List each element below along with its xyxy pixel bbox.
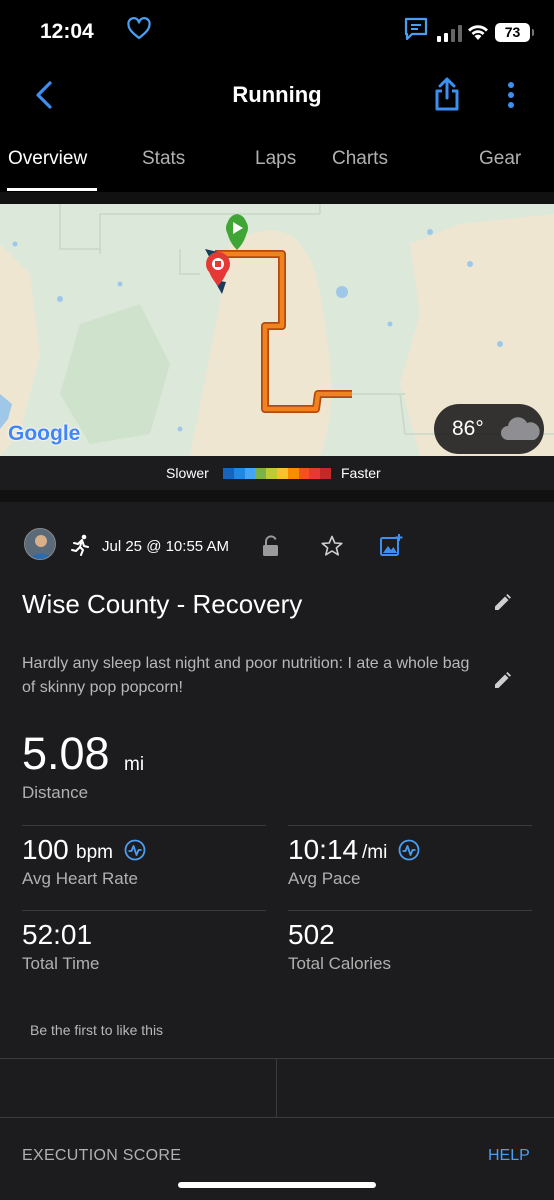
tab-charts[interactable]: Charts — [332, 148, 388, 170]
pace-legend-swatch — [233, 468, 245, 479]
star-icon[interactable] — [320, 534, 344, 558]
run-icon — [71, 534, 89, 556]
distance-value: 5.08 — [22, 728, 110, 779]
add-photo-icon[interactable] — [379, 533, 403, 557]
pace-label: Avg Pace — [288, 869, 361, 888]
calories-value: 502 — [288, 919, 335, 950]
wifi-icon — [468, 25, 488, 40]
heart-icon — [127, 17, 151, 40]
social-action-row — [0, 1058, 554, 1119]
tab-divider — [0, 192, 554, 204]
distance-unit: mi — [124, 754, 145, 775]
like-prompt: Be the first to like this — [30, 1022, 164, 1038]
calories-label: Total Calories — [288, 954, 391, 973]
pace-legend-swatch — [266, 468, 277, 479]
pace-legend-swatch — [223, 468, 234, 479]
pace-legend: Slower Faster — [0, 456, 554, 490]
pace-legend-swatch — [309, 468, 321, 479]
stats-divider — [22, 910, 266, 911]
pace-legend-swatch — [276, 468, 288, 479]
signal-icon — [437, 25, 462, 42]
heart-rate-value: 100 — [22, 834, 69, 865]
active-tab-indicator — [7, 188, 97, 191]
avatar[interactable] — [24, 528, 56, 560]
activity-meta-row: Jul 25 @ 10:55 AM — [0, 526, 554, 566]
pace-legend-swatch — [287, 468, 299, 479]
page-title: Running — [232, 82, 322, 107]
edit-title-icon[interactable] — [491, 592, 513, 614]
pace-chart-icon[interactable] — [398, 839, 420, 861]
status-bar: 12:04 73 — [0, 0, 554, 66]
google-logo: Google — [8, 422, 81, 445]
like-button[interactable] — [0, 1059, 276, 1117]
home-indicator[interactable] — [178, 1182, 376, 1188]
tab-stats[interactable]: Stats — [142, 148, 185, 170]
comment-button[interactable] — [277, 1059, 554, 1117]
total-time-value: 52:01 — [22, 919, 93, 950]
edit-notes-icon[interactable] — [491, 670, 513, 692]
tab-gear[interactable]: Gear — [479, 148, 521, 170]
stats-divider — [288, 910, 532, 911]
heart-rate-unit: bpm — [76, 842, 113, 863]
section-divider — [0, 490, 554, 502]
back-icon[interactable] — [30, 78, 58, 112]
activity-date: Jul 25 @ 10:55 AM — [102, 538, 229, 555]
help-link[interactable]: HELP — [488, 1147, 530, 1165]
total-time-label: Total Time — [22, 954, 100, 973]
stats-divider — [288, 825, 532, 826]
tab-overview[interactable]: Overview — [8, 148, 87, 170]
weather-badge[interactable]: 86° — [434, 404, 544, 454]
pace-legend-swatch — [320, 468, 331, 479]
activity-title: Wise County - Recovery — [22, 589, 303, 619]
cloud-icon — [501, 417, 540, 440]
execution-score-label: EXECUTION SCORE — [22, 1147, 182, 1164]
heart-rate-label: Avg Heart Rate — [22, 869, 138, 888]
share-icon[interactable] — [431, 76, 463, 112]
comment-icon — [404, 17, 428, 41]
pace-legend-swatch — [255, 468, 267, 479]
pace-value: 10:14 — [288, 834, 359, 865]
tab-bar: Overview Stats Laps Charts Gear — [0, 126, 554, 192]
pace-legend-swatch — [298, 468, 310, 479]
pace-legend-swatch — [244, 468, 256, 479]
pace-gradient-bar — [223, 468, 331, 479]
tab-laps[interactable]: Laps — [255, 148, 296, 170]
distance-label: Distance — [22, 783, 89, 802]
heart-rate-chart-icon[interactable] — [124, 839, 146, 861]
legend-faster-label: Faster — [341, 465, 381, 481]
pace-unit: /mi — [362, 842, 388, 863]
nav-bar: Running — [0, 66, 554, 126]
battery-icon: 73 — [495, 23, 534, 42]
stats-divider — [22, 825, 266, 826]
legend-slower-label: Slower — [166, 465, 209, 481]
status-time: 12:04 — [40, 20, 94, 43]
activity-notes: Hardly any sleep last night and poor nut… — [22, 655, 470, 696]
unlock-icon[interactable] — [261, 534, 281, 558]
more-icon[interactable] — [500, 78, 522, 112]
weather-temperature: 86° — [452, 417, 484, 440]
